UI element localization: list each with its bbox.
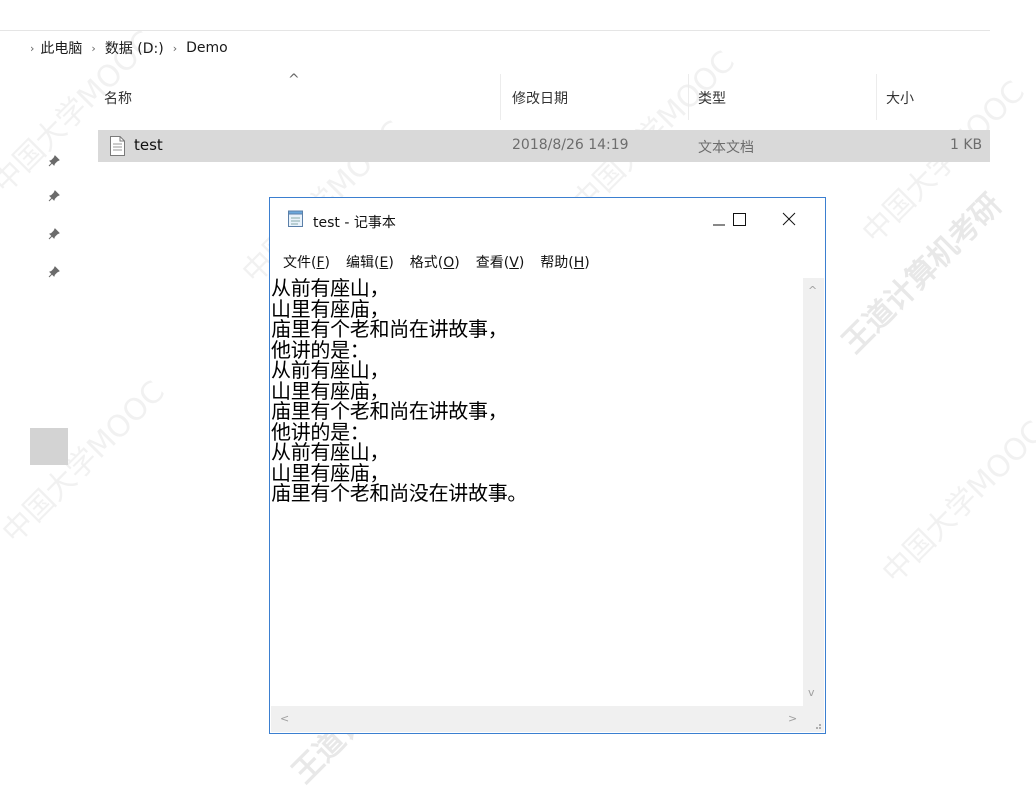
chevron-right-icon[interactable]: › <box>30 42 34 55</box>
text-line: 庙里有个老和尚没在讲故事。 <box>271 481 528 505</box>
pin-icon[interactable] <box>48 266 60 278</box>
maximize-button[interactable] <box>692 204 746 236</box>
horizontal-scrollbar[interactable] <box>271 706 803 732</box>
scroll-left-icon[interactable]: < <box>280 712 289 725</box>
text-line: 他讲的是： <box>271 337 370 362</box>
column-header-type[interactable]: 类型 <box>698 88 726 108</box>
text-line: 从前有座山， <box>271 440 390 464</box>
column-divider[interactable] <box>500 74 501 120</box>
text-line: 从前有座山， <box>271 358 390 382</box>
menu-help[interactable]: 帮助(H) <box>540 252 589 272</box>
file-name[interactable]: test <box>134 136 163 154</box>
column-divider[interactable] <box>876 74 877 120</box>
chevron-right-icon[interactable]: › <box>91 42 95 55</box>
pin-icon[interactable] <box>48 228 60 240</box>
notepad-icon <box>288 210 303 227</box>
file-date-modified: 2018/8/26 14:19 <box>512 137 629 153</box>
text-line: 山里有座庙， <box>271 296 390 321</box>
watermark-mooc: 中国大学MOOC <box>875 414 1036 591</box>
text-line: 他讲的是： <box>271 419 370 444</box>
breadcrumb-demo[interactable]: Demo <box>186 40 228 56</box>
maximize-icon <box>732 211 746 230</box>
menu-file[interactable]: 文件(F) <box>283 252 330 272</box>
close-button[interactable] <box>766 204 812 236</box>
text-line: 庙里有个老和尚在讲故事， <box>271 317 508 341</box>
pin-icon[interactable] <box>48 190 60 202</box>
notepad-menubar: 文件(F) 编辑(E) 格式(O) 查看(V) 帮助(H) <box>283 252 606 272</box>
text-file-icon <box>110 136 125 156</box>
resize-grip[interactable] <box>803 706 824 732</box>
scroll-down-icon[interactable]: v <box>808 686 815 699</box>
address-bar-divider <box>0 30 990 31</box>
column-header-name[interactable]: 名称 <box>104 88 132 108</box>
text-line: 庙里有个老和尚在讲故事， <box>271 399 508 423</box>
watermark-mooc: 中国大学MOOC <box>0 374 172 551</box>
file-size: 1 KB <box>950 137 983 153</box>
pin-icon[interactable] <box>48 155 60 167</box>
chevron-right-icon[interactable]: › <box>173 42 177 55</box>
vertical-scrollbar[interactable] <box>803 278 824 706</box>
file-type: 文本文档 <box>698 140 754 156</box>
scroll-up-icon[interactable]: ^ <box>808 284 817 297</box>
scroll-right-icon[interactable]: > <box>788 712 797 725</box>
close-icon <box>782 211 796 230</box>
menu-edit[interactable]: 编辑(E) <box>346 252 394 272</box>
breadcrumb-drive-d[interactable]: 数据 (D:) <box>105 38 164 58</box>
resize-grip-icon <box>816 724 821 729</box>
notepad-text-area[interactable]: 从前有座山， 山里有座庙， 庙里有个老和尚在讲故事， 他讲的是： 从前有座山， … <box>271 278 803 706</box>
column-header-size[interactable]: 大小 <box>886 88 914 108</box>
text-line: 从前有座山， <box>271 278 390 300</box>
column-divider[interactable] <box>688 74 689 120</box>
nav-pane-selection[interactable] <box>30 428 68 465</box>
text-line: 山里有座庙， <box>271 378 390 403</box>
breadcrumb-this-pc[interactable]: 此电脑 <box>40 38 82 58</box>
watermark-wangdao: 王道计算机考研 <box>835 187 1009 361</box>
column-header-date-modified[interactable]: 修改日期 <box>512 88 568 108</box>
notepad-title: test - 记事本 <box>313 215 396 231</box>
text-line: 山里有座庙， <box>271 460 390 485</box>
sort-caret-icon: ^ <box>288 72 300 88</box>
menu-format[interactable]: 格式(O) <box>410 252 460 272</box>
menu-view[interactable]: 查看(V) <box>476 252 525 272</box>
breadcrumb: › 此电脑 › 数据 (D:) › Demo <box>30 38 228 58</box>
